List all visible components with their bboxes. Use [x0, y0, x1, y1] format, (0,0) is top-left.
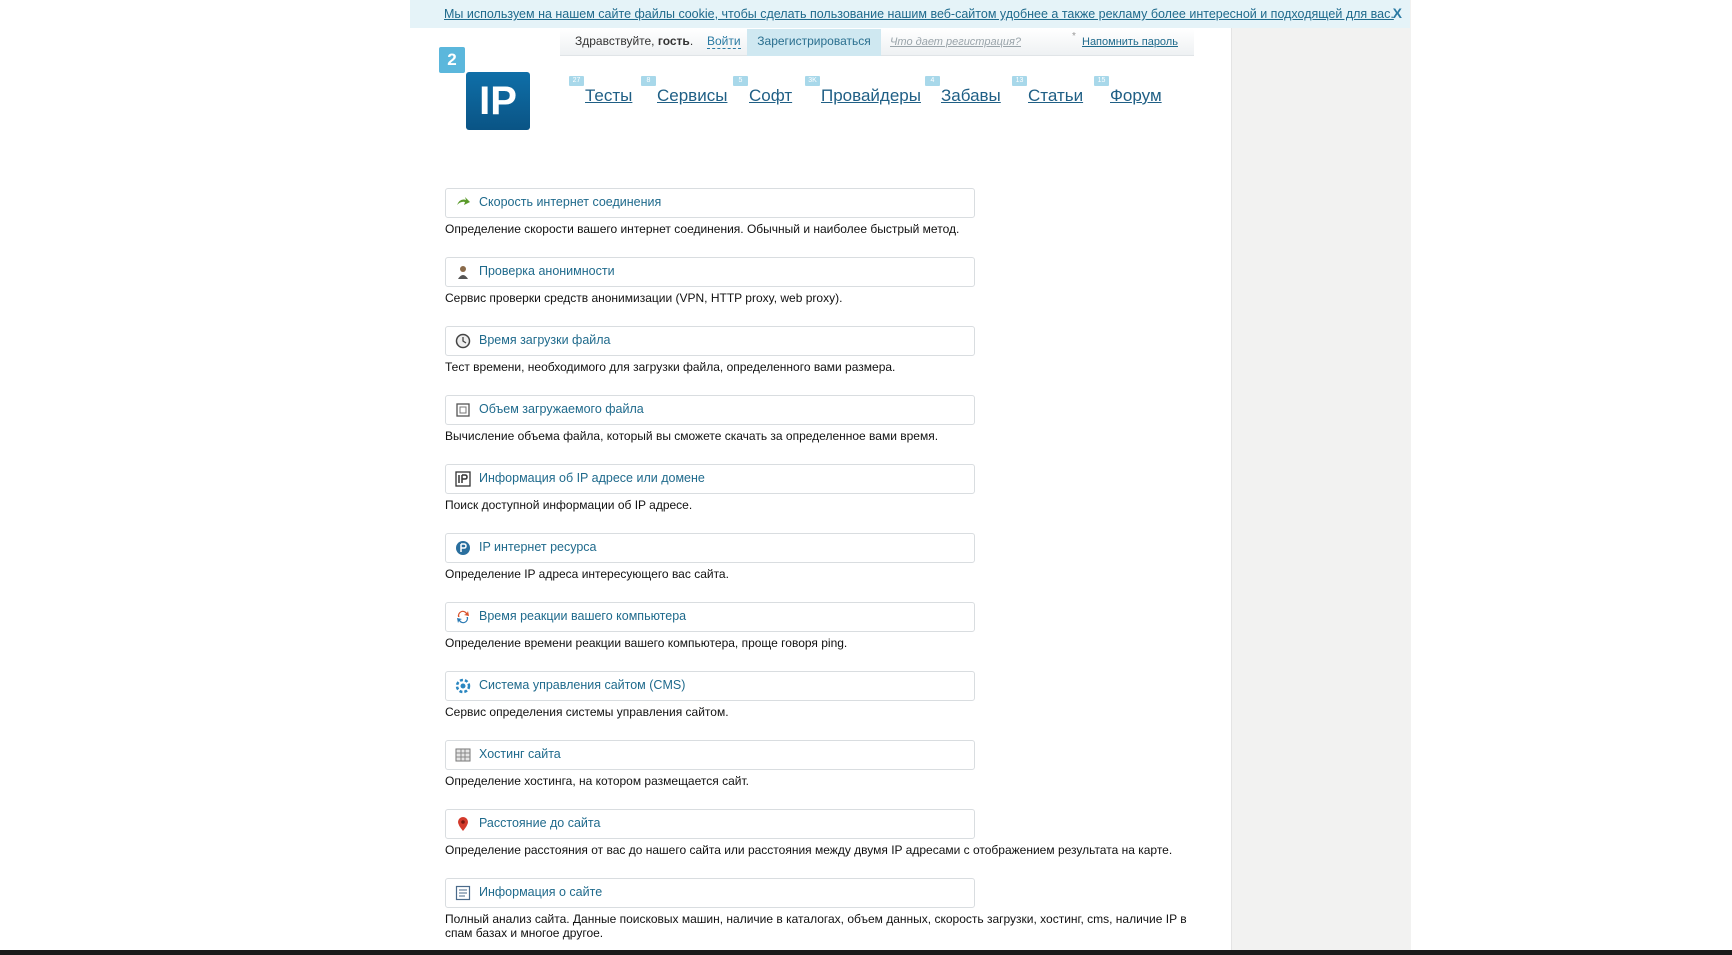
service-title: Хостинг сайта	[479, 747, 561, 761]
nav-badge: 5	[733, 76, 748, 86]
remind-password-link[interactable]: Напомнить пароль	[1082, 36, 1178, 48]
right-sidebar-background	[1231, 0, 1411, 950]
service-description: Поиск доступной информации об IP адресе.	[445, 498, 693, 512]
greeting-suffix: .	[689, 34, 694, 48]
bottom-edge	[0, 950, 1732, 955]
nav-item-providers[interactable]: 3K Провайдеры	[805, 76, 921, 106]
service-link-site-info[interactable]: Информация о сайте	[445, 878, 975, 908]
user-bar: Здравствуйте, гость. Войти Зарегистриров…	[560, 29, 1194, 56]
service-description: Полный анализ сайта. Данные поисковых ма…	[445, 912, 1187, 940]
nav-label: Форум	[1110, 86, 1162, 105]
service-description: Определение хостинга, на котором размеща…	[445, 774, 749, 788]
service-description: Вычисление объема файла, который вы смож…	[445, 429, 939, 443]
nav-badge: 3K	[805, 76, 820, 86]
nav-label: Тесты	[585, 86, 633, 105]
service-link-hosting[interactable]: Хостинг сайта	[445, 740, 975, 770]
remind-star: *	[1072, 31, 1076, 42]
service-title: IP интернет ресурса	[479, 540, 597, 554]
nav-item-services[interactable]: 8 Сервисы	[641, 76, 728, 106]
cookie-banner: Мы используем на нашем сайте файлы cooki…	[410, 0, 1410, 28]
service-description: Сервис проверки средств анонимизации (VP…	[445, 291, 843, 305]
nav-badge: 15	[1094, 76, 1109, 86]
service-title: Информация об IP адресе или домене	[479, 471, 705, 485]
why-register-link[interactable]: Что дает регистрация?	[890, 36, 1021, 48]
nav-label: Софт	[749, 86, 793, 105]
service-title: Время загрузки файла	[479, 333, 611, 347]
register-button[interactable]: Зарегистрироваться	[747, 29, 881, 56]
service-description: Определение расстояния от вас до нашего …	[445, 843, 1173, 857]
greeting-prefix: Здравствуйте,	[575, 34, 658, 48]
anonymous-user-icon	[458, 266, 468, 279]
nav-label: Провайдеры	[821, 86, 921, 105]
service-link-file-size[interactable]: Объем загружаемого файла	[445, 395, 975, 425]
service-description: Сервис определения системы управления са…	[445, 705, 729, 719]
nav-item-soft[interactable]: 5 Софт	[733, 76, 793, 106]
cookie-notice-link[interactable]: Мы используем на нашем сайте файлы cooki…	[444, 7, 1394, 21]
service-link-cms[interactable]: Система управления сайтом (CMS)	[445, 671, 975, 701]
hosting-grid-icon	[455, 748, 471, 762]
service-link-resource-ip[interactable]: IP интернет ресурса	[445, 533, 975, 563]
site-info-icon	[455, 885, 471, 901]
speed-arrow-icon	[457, 197, 470, 205]
service-title: Проверка анонимности	[479, 264, 615, 278]
service-link-distance[interactable]: Расстояние до сайта	[445, 809, 975, 839]
greeting-guest: гость	[657, 34, 690, 48]
logo-small-badge: 2	[439, 47, 465, 73]
nav-label: Статьи	[1028, 86, 1084, 105]
map-pin-icon	[458, 817, 468, 831]
clock-icon	[455, 333, 471, 349]
service-link-ping[interactable]: Время реакции вашего компьютера	[445, 602, 975, 632]
service-description: Определение времени реакции вашего компь…	[445, 636, 848, 650]
service-title: Объем загружаемого файла	[479, 402, 644, 416]
nav-badge: 4	[925, 76, 940, 86]
site-logo[interactable]: 2 IP	[439, 47, 531, 131]
service-link-ip-info[interactable]: Информация об IP адресе или домене	[445, 464, 975, 494]
service-title: Расстояние до сайта	[479, 816, 601, 830]
service-link-anonymity[interactable]: Проверка анонимности	[445, 257, 975, 287]
service-description: Определение скорости вашего интернет сое…	[445, 222, 960, 236]
file-size-icon	[456, 403, 470, 417]
ping-icon	[457, 610, 469, 624]
nav-label: Забавы	[941, 86, 1001, 105]
nav-item-forum[interactable]: 15 Форум	[1094, 76, 1162, 106]
cms-gear-icon	[455, 678, 471, 694]
service-title: Скорость интернет соединения	[479, 195, 662, 209]
nav-item-fun[interactable]: 4 Забавы	[925, 76, 1001, 106]
service-title: Информация о сайте	[479, 885, 603, 899]
nav-label: Сервисы	[657, 86, 728, 105]
nav-badge: 27	[569, 76, 584, 86]
ip-circle-icon	[456, 541, 470, 555]
nav-badge: 8	[641, 76, 656, 86]
nav-item-articles[interactable]: 13 Статьи	[1012, 76, 1084, 106]
nav-item-tests[interactable]: 27 Тесты	[569, 76, 633, 106]
cookie-close-button[interactable]: X	[1393, 5, 1402, 21]
service-description: Определение IP адреса интересующего вас …	[445, 567, 729, 581]
service-description: Тест времени, необходимого для загрузки …	[445, 360, 896, 374]
logo-main: IP	[466, 72, 530, 130]
service-link-download-time[interactable]: Время загрузки файла	[445, 326, 975, 356]
nav-badge: 13	[1012, 76, 1027, 86]
service-title: Система управления сайтом (CMS)	[479, 678, 686, 692]
service-link-speed[interactable]: Скорость интернет соединения	[445, 188, 975, 218]
service-title: Время реакции вашего компьютера	[479, 609, 687, 623]
user-greeting: Здравствуйте, гость.	[575, 34, 693, 48]
ip-box-icon	[455, 471, 471, 487]
login-link[interactable]: Войти	[707, 34, 741, 49]
